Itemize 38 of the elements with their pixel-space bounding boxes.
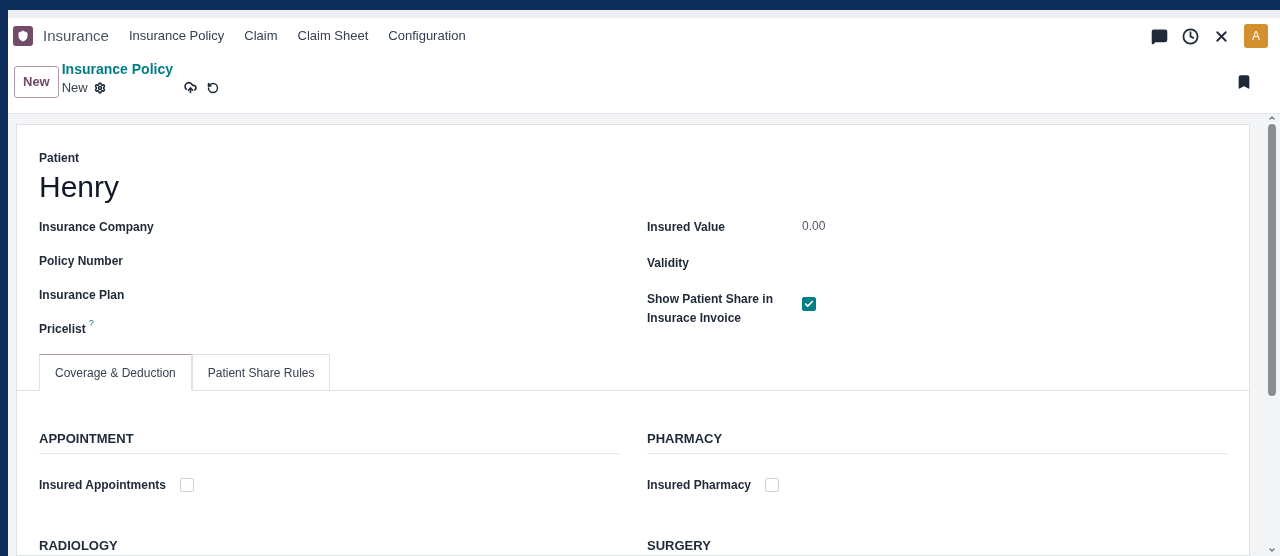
field-label: Insured Pharmacy (647, 476, 752, 494)
field-label: Patient (39, 150, 80, 167)
new-button[interactable]: New (14, 66, 59, 98)
field-label: Pricelist (39, 321, 86, 338)
app-logo-icon (13, 26, 33, 46)
app-name[interactable]: Insurance (43, 24, 109, 48)
menu-item[interactable]: Claim (244, 26, 278, 46)
menu-item[interactable]: Configuration (388, 26, 466, 46)
field-label: Insurance Plan (39, 287, 125, 304)
patient-name[interactable]: Henry (39, 168, 1227, 206)
chat-icon[interactable] (1151, 27, 1168, 45)
field-label: Validity (647, 255, 691, 272)
field-label: Policy Number (39, 253, 124, 270)
scroll-down-icon[interactable] (1268, 546, 1276, 554)
section-heading: RADIOLOGY (39, 535, 619, 556)
check-icon (804, 299, 814, 309)
tab[interactable]: Patient Share Rules (191, 354, 331, 391)
bookmark-icon[interactable] (1236, 74, 1252, 90)
field-value[interactable]: 0.00 (802, 218, 826, 235)
section-heading: SURGERY (647, 535, 1227, 556)
section-heading: PHARMACY (647, 429, 1227, 454)
record-name: New (61, 79, 88, 97)
menu-item[interactable]: Insurance Policy (128, 26, 225, 46)
field-label: Insured Value (647, 219, 727, 236)
menu-item[interactable]: Claim Sheet (297, 26, 369, 46)
field-label: Show Patient Share in Insurace Invoice (647, 291, 775, 327)
undo-icon[interactable] (206, 81, 219, 94)
field-label: Insured Appointments (39, 476, 166, 494)
gear-icon[interactable] (93, 81, 106, 94)
checkbox[interactable] (802, 297, 816, 311)
section-heading: APPOINTMENT (39, 429, 619, 454)
clock-icon[interactable] (1182, 27, 1199, 45)
scroll-up-icon[interactable] (1268, 114, 1276, 122)
field-label: Insurance Company (39, 219, 154, 236)
cloud-upload-icon[interactable] (183, 81, 197, 95)
help-tooltip[interactable]: ? (88, 317, 94, 331)
breadcrumb-link[interactable]: Insurance Policy (61, 60, 219, 78)
tab[interactable]: Coverage & Deduction (39, 354, 192, 391)
